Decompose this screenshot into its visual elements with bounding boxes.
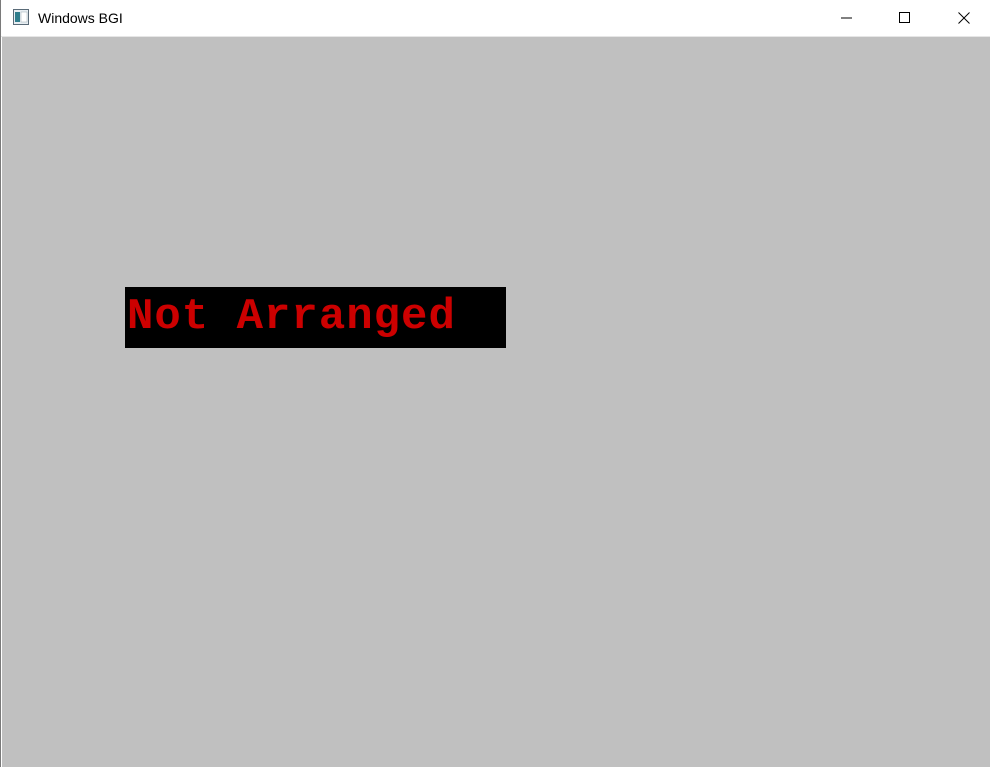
title-bar[interactable]: Windows BGI [1,0,990,37]
maximize-icon [899,12,910,23]
maximize-button[interactable] [881,0,927,36]
minimize-button[interactable] [823,0,869,36]
status-label: Not Arranged [125,287,506,348]
close-button[interactable] [940,0,986,36]
bgi-window: Windows BGI Not Arranged [0,0,990,767]
window-title: Windows BGI [38,10,123,26]
minimize-icon [841,17,852,19]
app-window-icon [13,9,29,25]
close-icon [958,12,970,24]
graphics-canvas[interactable]: Not Arranged [2,37,990,767]
